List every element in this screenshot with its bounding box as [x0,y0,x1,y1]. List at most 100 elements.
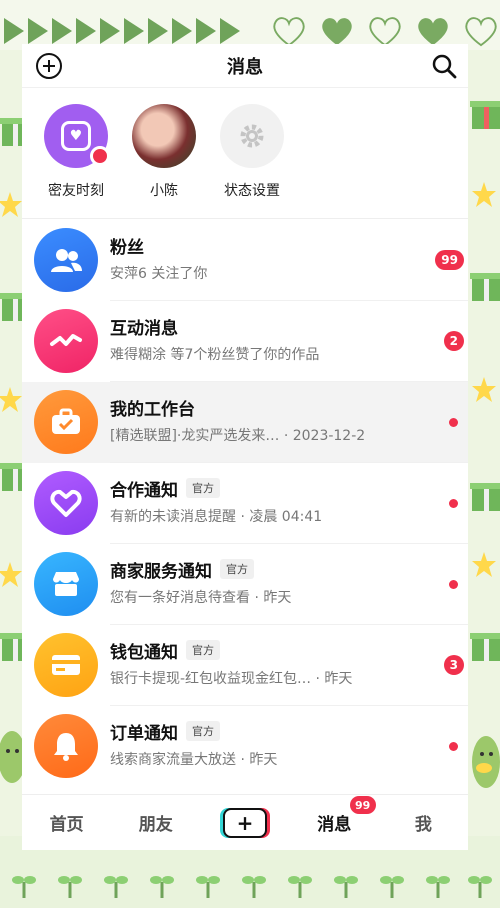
sprout-icon [104,876,128,898]
list-item-orders[interactable]: 订单通知 官方 线索商家流量大放送 · 昨天 [22,706,468,787]
heart-frame-icon: ♥ [61,121,91,151]
heart-outline-icon [369,17,401,47]
item-subtitle: 您有一条好消息待查看 · 昨天 [110,590,292,606]
tab-messages[interactable]: 消息 99 [290,796,379,835]
story-label: 状态设置 [224,183,280,199]
gift-icon [470,633,500,661]
item-title: 订单通知 [110,723,178,744]
chevron-pattern [4,18,240,44]
official-tag: 官方 [186,721,220,741]
item-subtitle: 有新的未读消息提醒 · 凌晨 04:41 [110,509,323,525]
heart-filled-icon [418,18,448,46]
tab-create[interactable]: + [200,807,289,838]
unread-dot [90,146,110,166]
avatar [34,714,98,778]
search-icon[interactable] [430,52,458,80]
story-label: 密友时刻 [48,183,104,199]
unread-badge: 2 [443,331,464,351]
item-title: 我的工作台 [110,399,195,420]
stories-row: ♥ 密友时刻 小陈 状态设置 [22,104,468,214]
item-title: 粉丝 [110,237,144,258]
sprout-icon [150,876,174,898]
header-bar: 消息 [22,44,468,88]
gift-icon [470,273,500,301]
sprout-icon [380,876,404,898]
official-tag: 官方 [186,640,220,660]
decorative-top-border [0,0,500,50]
list-item-interactions[interactable]: 互动消息 难得糊涂 等7个粉丝赞了你的作品 2 [22,301,468,382]
gear-icon [240,124,264,148]
star-icon [472,182,496,207]
gift-icon [470,101,500,129]
gift-icon [470,483,500,511]
unread-dot [449,499,458,508]
unread-dot [449,742,458,751]
item-subtitle: 线索商家流量大放送 · 昨天 [110,752,278,768]
avatar [34,633,98,697]
official-tag: 官方 [186,478,220,498]
card-icon [52,655,80,675]
close-friends-avatar[interactable]: ♥ [44,104,110,168]
item-title: 互动消息 [110,318,178,339]
official-tag: 官方 [220,559,254,579]
list-item-fans[interactable]: 粉丝 安萍6 关注了你 99 [22,220,468,301]
avatar [34,471,98,535]
avatar[interactable] [132,104,196,168]
tab-friends[interactable]: 朋友 [111,810,200,835]
story-close-friends[interactable]: ♥ 密友时刻 [32,104,120,214]
unread-dot [449,418,458,427]
heart-filled-icon [322,18,352,46]
item-title: 合作通知 [110,480,178,501]
list-item-merchant-service[interactable]: 商家服务通知 官方 您有一条好消息待查看 · 昨天 [22,544,468,625]
sprout-icon [196,876,220,898]
story-label: 小陈 [150,183,178,199]
bell-icon [54,733,78,761]
item-title: 商家服务通知 [110,561,212,582]
unread-badge: 99 [435,250,464,270]
heart-outline-icon [273,17,305,47]
unread-dot [449,580,458,589]
create-button[interactable]: + [223,807,267,838]
tab-label: 消息 [317,815,352,835]
avatar [34,552,98,616]
message-list: 粉丝 安萍6 关注了你 99 互动消息 难得糊涂 等7个粉丝赞了你的作品 2 我… [22,220,468,787]
briefcase-icon [52,408,80,434]
store-icon [53,572,79,596]
tab-home[interactable]: 首页 [22,810,111,835]
unread-badge: 99 [349,796,376,814]
list-item-cooperation[interactable]: 合作通知 官方 有新的未读消息提醒 · 凌晨 04:41 [22,463,468,544]
heart-outline-icon [465,17,497,47]
messages-screen: 消息 ♥ 密友时刻 小陈 状态设置 粉丝 安萍6 关注了你 99 互动消息 难得… [22,44,468,850]
avatar [34,390,98,454]
heart-pattern [270,14,500,48]
add-button[interactable] [36,53,62,79]
handshake-heart-icon [50,489,82,517]
plus-circle-icon [43,60,55,72]
page-title: 消息 [227,56,263,78]
item-subtitle: 难得糊涂 等7个粉丝赞了你的作品 [110,347,320,363]
sprout-icon [58,876,82,898]
item-subtitle: 银行卡提现-红包收益现金红包… · 昨天 [110,671,353,687]
item-subtitle: [精选联盟]·龙实严选发来… · 2023-12-2 [110,428,366,444]
star-icon [472,552,496,577]
tab-me[interactable]: 我 [379,810,468,835]
item-title: 钱包通知 [110,642,178,663]
star-icon [472,377,496,402]
sprout-icon [468,876,492,898]
unread-badge: 3 [443,655,464,675]
item-subtitle: 安萍6 关注了你 [110,266,208,282]
zigzag-icon [50,334,82,346]
story-status-settings[interactable]: 状态设置 [208,104,296,214]
sprout-icon [334,876,358,898]
cartoon-bean-icon [472,736,500,788]
sprout-icon [288,876,312,898]
bottom-tab-bar: 首页 朋友 + 消息 99 我 [22,794,468,850]
sprout-icon [242,876,266,898]
users-icon [51,249,82,272]
avatar [34,228,98,292]
story-xiaochen[interactable]: 小陈 [120,104,208,214]
status-settings-button[interactable] [220,104,284,168]
list-item-workbench[interactable]: 我的工作台 [精选联盟]·龙实严选发来… · 2023-12-2 [22,382,468,463]
list-item-wallet[interactable]: 钱包通知 官方 银行卡提现-红包收益现金红包… · 昨天 3 [22,625,468,706]
divider [22,218,468,219]
